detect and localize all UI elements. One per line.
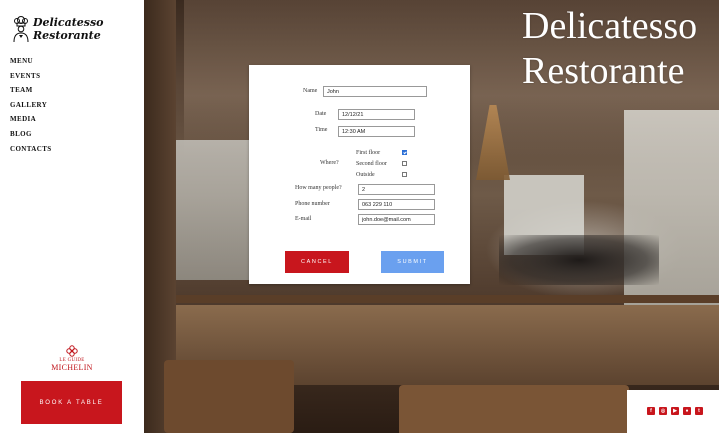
- hero-title: Delicatesso Restorante: [522, 4, 697, 94]
- michelin-name-label: MICHELIN: [51, 363, 93, 372]
- twitter-icon[interactable]: t: [695, 407, 703, 415]
- nav-item-media[interactable]: MEDIA: [10, 112, 52, 127]
- submit-button[interactable]: SUBMIT: [381, 251, 444, 273]
- option-outside-label: Outside: [356, 172, 375, 178]
- instagram-icon[interactable]: ◎: [659, 407, 667, 415]
- social-links: f ◎ ▶ ● t: [627, 390, 719, 433]
- main-nav: MENU EVENTS TEAM GALLERY MEDIA BLOG CONT…: [10, 54, 52, 156]
- date-field[interactable]: [338, 109, 415, 120]
- nav-item-menu[interactable]: MENU: [10, 54, 52, 69]
- nav-item-blog[interactable]: BLOG: [10, 127, 52, 142]
- option-first-floor-checkbox[interactable]: [402, 150, 407, 155]
- where-label: Where?: [320, 160, 339, 166]
- youtube-icon[interactable]: ▶: [671, 407, 679, 415]
- hero-title-line1: Delicatesso: [522, 5, 698, 47]
- option-first-floor-label: First floor: [356, 150, 381, 156]
- hero-window-left: [174, 140, 254, 280]
- hero-chair: [399, 385, 629, 433]
- date-label: Date: [315, 111, 327, 117]
- phone-label: Phone number: [295, 201, 330, 207]
- option-second-floor-checkbox[interactable]: [402, 161, 407, 166]
- people-label: How many people?: [295, 185, 342, 191]
- time-field[interactable]: [338, 126, 415, 137]
- hero-table: [164, 360, 294, 433]
- option-outside-checkbox[interactable]: [402, 172, 407, 177]
- people-field[interactable]: [358, 184, 435, 195]
- phone-field[interactable]: [358, 199, 435, 210]
- sidebar: Delicatesso Restorante MENU EVENTS TEAM …: [0, 0, 144, 433]
- brand-name-line1: Delicatesso: [33, 16, 104, 29]
- email-label: E-mail: [295, 216, 312, 222]
- time-label: Time: [315, 127, 328, 133]
- brand-logo[interactable]: Delicatesso Restorante: [12, 14, 132, 42]
- hero-title-line2: Restorante: [522, 50, 685, 92]
- chef-icon: [13, 16, 29, 42]
- hero-diners: [499, 235, 659, 285]
- email-field[interactable]: [358, 214, 435, 225]
- michelin-flower-icon: [66, 345, 78, 357]
- book-a-table-button[interactable]: BOOK A TABLE: [21, 381, 122, 424]
- michelin-badge: LE GUIDE MICHELIN: [44, 345, 100, 372]
- nav-item-team[interactable]: TEAM: [10, 83, 52, 98]
- hero-railing: [174, 295, 719, 303]
- nav-item-contacts[interactable]: CONTACTS: [10, 142, 52, 157]
- name-field[interactable]: [323, 86, 427, 97]
- tripadvisor-icon[interactable]: ●: [683, 407, 691, 415]
- name-label: Name: [303, 88, 318, 94]
- option-second-floor-label: Second floor: [356, 161, 387, 167]
- reservation-form: Name Date Time Where? First floor Second…: [249, 65, 470, 284]
- facebook-icon[interactable]: f: [647, 407, 655, 415]
- brand-name-line2: Restorante: [33, 29, 101, 42]
- cancel-button[interactable]: CANCEL: [285, 251, 349, 273]
- nav-item-gallery[interactable]: GALLERY: [10, 98, 52, 113]
- nav-item-events[interactable]: EVENTS: [10, 69, 52, 84]
